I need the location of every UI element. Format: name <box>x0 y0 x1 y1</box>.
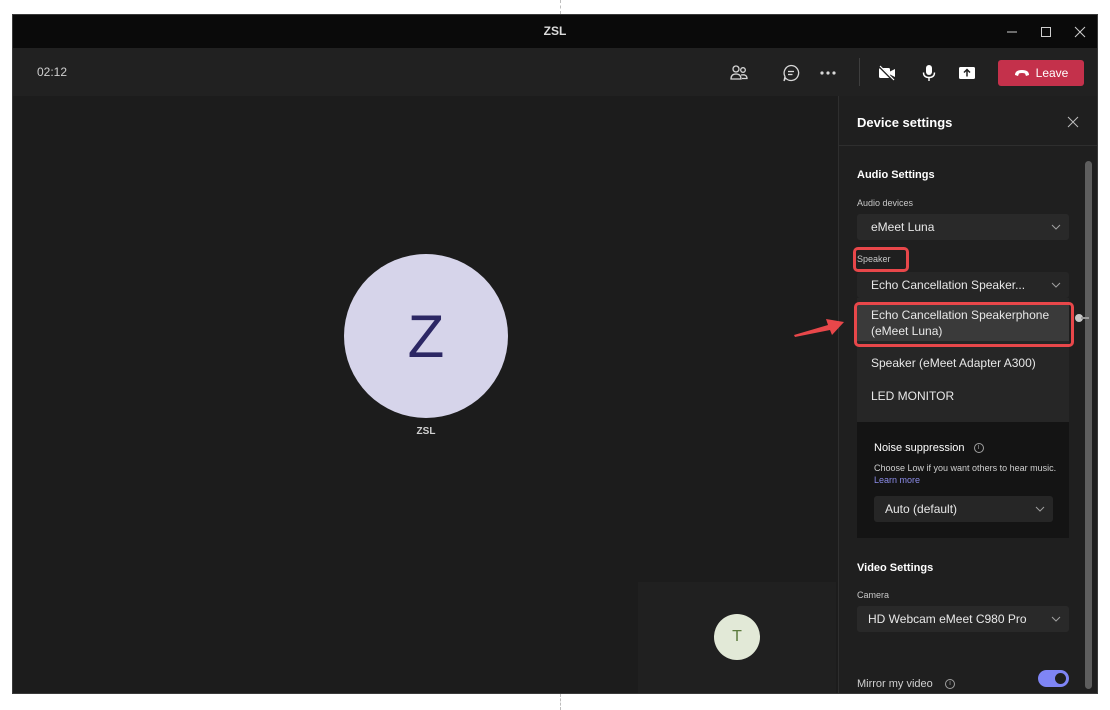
close-panel-button[interactable] <box>1065 114 1081 130</box>
panel-scrollbar[interactable] <box>1085 161 1092 689</box>
leave-button[interactable]: Leave <box>998 60 1084 86</box>
speaker-label: Speaker <box>857 254 891 264</box>
close-window-button[interactable] <box>1063 15 1097 48</box>
audio-devices-label: Audio devices <box>857 198 914 208</box>
speaker-option[interactable]: Echo Cancellation Speakerphone (eMeet Lu… <box>857 304 1069 341</box>
chevron-down-icon <box>1051 282 1061 288</box>
minimize-icon <box>1007 31 1017 32</box>
camera-select[interactable]: HD Webcam eMeet C980 Pro <box>857 606 1069 632</box>
camera-toggle-button[interactable] <box>874 60 900 86</box>
noise-suppression-title: Noise suppression i <box>874 442 984 454</box>
people-icon <box>730 65 748 80</box>
info-icon[interactable]: i <box>945 679 956 690</box>
microphone-button[interactable] <box>916 60 942 86</box>
annotation-arrow-icon <box>794 319 844 337</box>
close-icon <box>1074 26 1086 37</box>
speaker-select[interactable]: Echo Cancellation Speaker... <box>857 272 1069 298</box>
maximize-icon <box>1041 26 1051 37</box>
title-bar: ZSL <box>13 15 1097 48</box>
participants-button[interactable] <box>726 60 752 86</box>
microphone-icon <box>922 65 936 81</box>
noise-suppression-box: Noise suppression i Choose Low if you wa… <box>857 422 1069 538</box>
participant-avatar: Z <box>344 254 508 418</box>
info-icon[interactable]: i <box>973 443 984 454</box>
camera-off-icon <box>878 65 895 82</box>
camera-value: HD Webcam eMeet C980 Pro <box>868 612 1027 626</box>
noise-suppression-value: Auto (default) <box>885 502 958 516</box>
speaker-value: Echo Cancellation Speaker... <box>871 278 1026 292</box>
share-screen-icon <box>959 67 975 79</box>
guide-line-bottom <box>560 694 561 710</box>
self-avatar: T <box>714 614 760 660</box>
window-title: ZSL <box>543 24 567 38</box>
speaker-option[interactable]: LED MONITOR <box>857 379 1069 413</box>
toggle-knob <box>1055 673 1066 684</box>
noise-desc-text: Choose Low if you want others to hear mu… <box>874 463 1057 473</box>
mirror-video-label: Mirror my video i <box>857 678 956 690</box>
more-actions-button[interactable] <box>815 60 841 86</box>
speaker-option[interactable]: Speaker (eMeet Adapter A300) <box>857 346 1069 380</box>
noise-suppression-label: Noise suppression <box>874 442 965 454</box>
speaker-option-line1: Echo Cancellation Speakerphone <box>871 308 1050 322</box>
speaker-option-line2: (eMeet Luna) <box>871 324 943 338</box>
device-settings-panel: Device settings Audio Settings Audio dev… <box>838 96 1097 693</box>
noise-suppression-select[interactable]: Auto (default) <box>874 496 1053 522</box>
minimize-button[interactable] <box>995 15 1029 48</box>
hang-up-icon <box>1014 70 1029 76</box>
chevron-down-icon <box>1051 224 1061 230</box>
participant-name: ZSL <box>416 426 436 437</box>
audio-settings-heading: Audio Settings <box>857 169 935 181</box>
chevron-down-icon <box>1051 616 1061 622</box>
meeting-toolbar: 02:12 Leave <box>13 48 1097 96</box>
learn-more-link[interactable]: Learn more <box>874 475 920 485</box>
maximize-button[interactable] <box>1029 15 1063 48</box>
speaker-dropdown-list: Echo Cancellation Speakerphone (eMeet Lu… <box>857 298 1069 422</box>
chat-icon <box>783 64 800 82</box>
audio-devices-value: eMeet Luna <box>871 220 935 234</box>
mirror-video-text: Mirror my video <box>857 678 933 690</box>
share-screen-button[interactable] <box>954 60 980 86</box>
camera-label: Camera <box>857 590 890 600</box>
video-settings-heading: Video Settings <box>857 562 934 574</box>
panel-title: Device settings <box>857 115 953 130</box>
mirror-video-toggle[interactable] <box>1038 670 1069 687</box>
panel-header: Device settings <box>839 96 1097 146</box>
self-video-tile[interactable]: T <box>638 582 836 693</box>
chat-button[interactable] <box>778 60 804 86</box>
teams-meeting-window: ZSL 02:12 Leave Z ZSL T Device settings … <box>12 14 1098 694</box>
more-icon <box>820 71 836 75</box>
toolbar-divider <box>859 58 860 86</box>
audio-devices-select[interactable]: eMeet Luna <box>857 214 1069 240</box>
leave-label: Leave <box>1035 66 1069 80</box>
chevron-down-icon <box>1035 506 1045 512</box>
meeting-timer: 02:12 <box>37 65 68 79</box>
video-stage: Z ZSL T <box>13 96 837 693</box>
noise-suppression-description: Choose Low if you want others to hear mu… <box>874 462 1059 486</box>
close-icon <box>1067 116 1079 128</box>
guide-line-top <box>560 0 561 14</box>
volume-slider-track[interactable] <box>1081 317 1089 319</box>
